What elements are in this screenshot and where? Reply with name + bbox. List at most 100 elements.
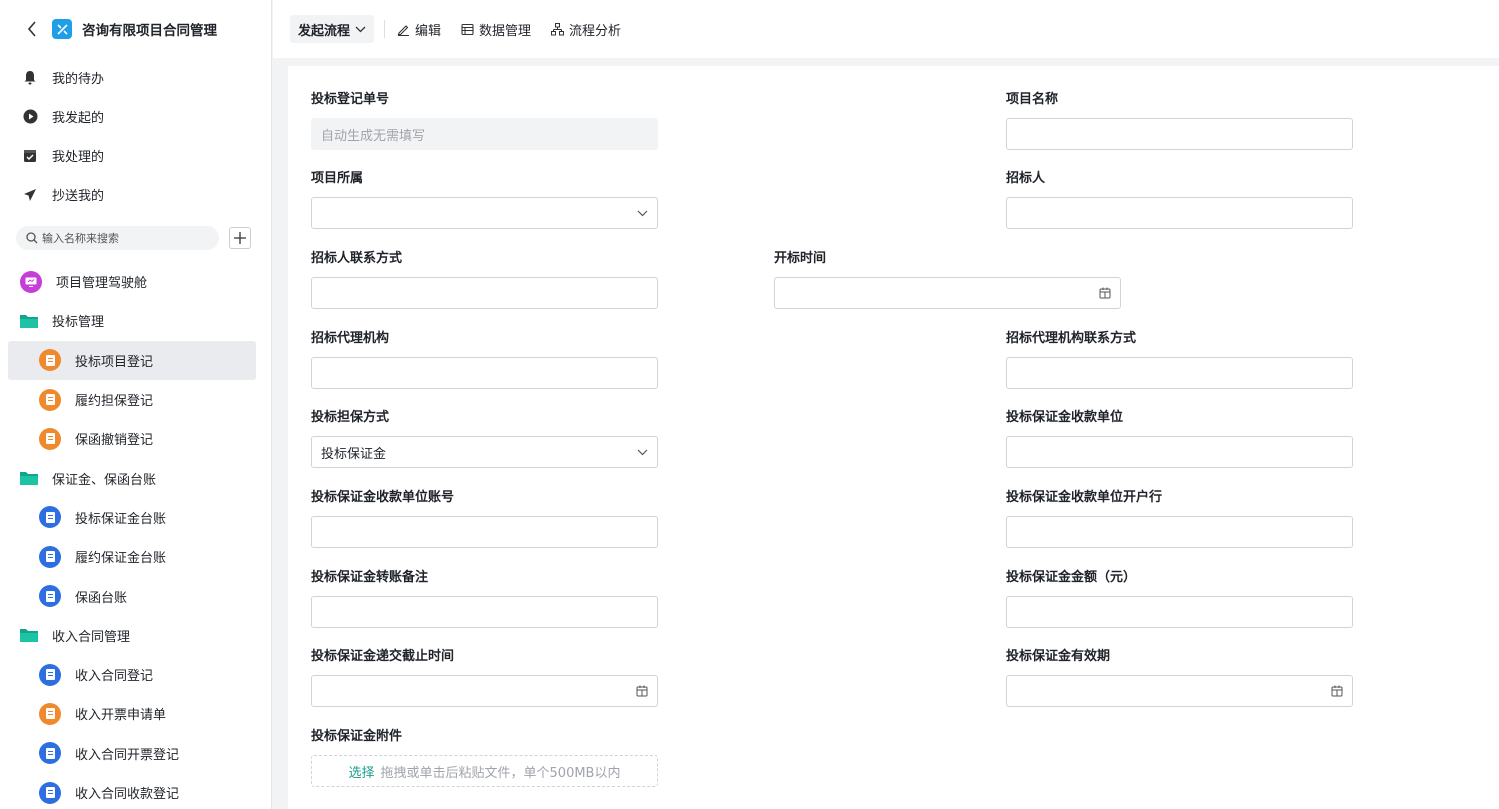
data-management-button[interactable]: 数据管理 (461, 20, 531, 39)
chevron-down-icon (355, 26, 366, 32)
deposit-remark-input[interactable] (311, 596, 658, 628)
tree-item-invoice-request[interactable]: 收入开票申请单 (0, 694, 271, 733)
field-label: 招标人 (1006, 171, 1046, 186)
nav-item-label: 我处理的 (52, 150, 105, 165)
tree-folder-bidding[interactable]: 投标管理 (0, 301, 271, 340)
upload-select-link[interactable]: 选择 (349, 762, 375, 781)
field-label: 投标担保方式 (311, 410, 390, 425)
guarantee-type-select[interactable]: 投标保证金 (311, 436, 658, 468)
tree-folder-income[interactable]: 收入合同管理 (0, 616, 271, 655)
form-icon (39, 702, 61, 725)
check-box-icon (22, 148, 38, 164)
field-label: 项目名称 (1006, 92, 1059, 107)
field-deposit-account: 投标保证金收款单位账号 (311, 486, 658, 548)
field-label: 招标人联系方式 (311, 251, 403, 266)
form-icon (39, 427, 61, 450)
field-attachment: 投标保证金附件 选择 拖拽或单击后粘贴文件，单个500MB以内 (311, 725, 658, 787)
guarantee-type-value: 投标保证金 (321, 446, 387, 462)
pencil-icon (397, 24, 410, 36)
agency-contact-input[interactable] (1006, 357, 1353, 389)
field-label: 开标时间 (774, 251, 827, 266)
tree-item-letter-ledger[interactable]: 保函台账 (0, 576, 271, 615)
tree-item-perf-deposit-ledger[interactable]: 履约保证金台账 (0, 537, 271, 576)
field-open-time: 开标时间 (774, 247, 1121, 309)
table-icon (461, 23, 474, 35)
nav-item-label: 抄送我的 (52, 189, 105, 204)
data-management-label: 数据管理 (479, 23, 532, 39)
field-label: 招标代理机构 (311, 331, 390, 346)
deposit-payee-input[interactable] (1006, 436, 1353, 468)
divider (384, 20, 386, 38)
report-icon (39, 663, 61, 686)
field-label: 投标保证金金额（元） (1006, 570, 1137, 585)
form-icon (39, 349, 61, 372)
field-label: 投标保证金递交截止时间 (311, 649, 455, 664)
tree-item-receipt-register[interactable]: 收入合同收款登记 (0, 773, 271, 809)
calendar-icon (1099, 287, 1111, 299)
tenderer-input[interactable] (1006, 197, 1353, 229)
nav-tree: 项目管理驾驶舱 投标管理 投标项目登记 履约担保登记 保函撤销登记 保证金、保函… (0, 262, 271, 809)
field-tenderer-contact: 招标人联系方式 (311, 247, 658, 309)
folder-icon (20, 628, 38, 643)
chevron-down-icon (637, 449, 648, 455)
app-logo-icon (52, 19, 72, 39)
report-icon (39, 506, 61, 529)
tenderer-contact-input[interactable] (311, 277, 658, 309)
nav-item-todo[interactable]: 我的待办 (0, 58, 271, 97)
search-icon (26, 232, 38, 244)
search-input[interactable] (42, 231, 202, 245)
nav-item-initiated[interactable]: 我发起的 (0, 97, 271, 136)
report-icon (39, 545, 61, 568)
field-project-name: 项目名称 (1006, 88, 1353, 150)
deposit-bank-input[interactable] (1006, 516, 1353, 548)
search-box[interactable] (16, 226, 219, 250)
upload-hint: 拖拽或单击后粘贴文件，单个500MB以内 (380, 765, 621, 781)
attachment-upload[interactable]: 选择 拖拽或单击后粘贴文件，单个500MB以内 (311, 755, 658, 787)
tree-item-label: 保函台账 (75, 590, 128, 606)
tree-item-bid-deposit-ledger[interactable]: 投标保证金台账 (0, 498, 271, 537)
deposit-amount-input[interactable] (1006, 596, 1353, 628)
field-bid-no: 投标登记单号 自动生成无需填写 (311, 88, 658, 150)
field-deposit-amount: 投标保证金金额（元） (1006, 566, 1353, 628)
nav-item-label: 我的待办 (52, 72, 105, 87)
field-deposit-payee: 投标保证金收款单位 (1006, 406, 1353, 468)
tree-item-label: 收入合同登记 (75, 669, 154, 685)
tree-item-label: 保证金、保函台账 (52, 472, 157, 488)
field-guarantee-type: 投标担保方式 投标保证金 (311, 406, 658, 468)
field-label: 投标保证金收款单位账号 (311, 490, 455, 505)
field-label: 项目所属 (311, 171, 364, 186)
nav-item-cc[interactable]: 抄送我的 (0, 175, 271, 214)
agency-input[interactable] (311, 357, 658, 389)
tree-folder-deposit[interactable]: 保证金、保函台账 (0, 458, 271, 497)
app-title: 咨询有限项目合同管理 (82, 23, 217, 39)
deposit-deadline-picker[interactable] (311, 675, 658, 707)
tree-item-letter-cancel[interactable]: 保函撤销登记 (0, 419, 271, 458)
tree-item-perf-guarantee[interactable]: 履约担保登记 (0, 380, 271, 419)
nav-item-handled[interactable]: 我处理的 (0, 136, 271, 175)
deposit-account-input[interactable] (311, 516, 658, 548)
tree-item-invoice-register[interactable]: 收入合同开票登记 (0, 734, 271, 773)
tree-item-label: 收入开票申请单 (75, 708, 167, 724)
tree-item-label: 收入合同开票登记 (75, 747, 180, 763)
process-analysis-button[interactable]: 流程分析 (551, 20, 621, 39)
report-icon (39, 585, 61, 608)
add-button[interactable] (229, 227, 251, 249)
tree-item-dashboard[interactable]: 项目管理驾驶舱 (0, 262, 271, 301)
start-process-button[interactable]: 发起流程 (290, 15, 375, 43)
form-panel: 投标登记单号 自动生成无需填写 项目名称 项目所属 招标人 招标人联系方式 开标… (288, 66, 1499, 809)
tree-item-income-register[interactable]: 收入合同登记 (0, 655, 271, 694)
project-name-input[interactable] (1006, 118, 1353, 150)
edit-label: 编辑 (415, 23, 442, 39)
field-deposit-validity: 投标保证金有效期 (1006, 645, 1353, 707)
field-label: 投标保证金附件 (311, 729, 403, 744)
edit-button[interactable]: 编辑 (397, 20, 441, 39)
open-time-picker[interactable] (774, 277, 1121, 309)
back-icon[interactable] (22, 19, 42, 39)
project-belong-select[interactable] (311, 197, 658, 229)
deposit-validity-picker[interactable] (1006, 675, 1353, 707)
flow-icon (551, 22, 565, 35)
field-deposit-bank: 投标保证金收款单位开户行 (1006, 486, 1353, 548)
tree-item-label: 投标保证金台账 (75, 511, 167, 527)
tree-item-bid-register[interactable]: 投标项目登记 (8, 340, 256, 380)
tree-item-label: 项目管理驾驶舱 (56, 276, 148, 292)
